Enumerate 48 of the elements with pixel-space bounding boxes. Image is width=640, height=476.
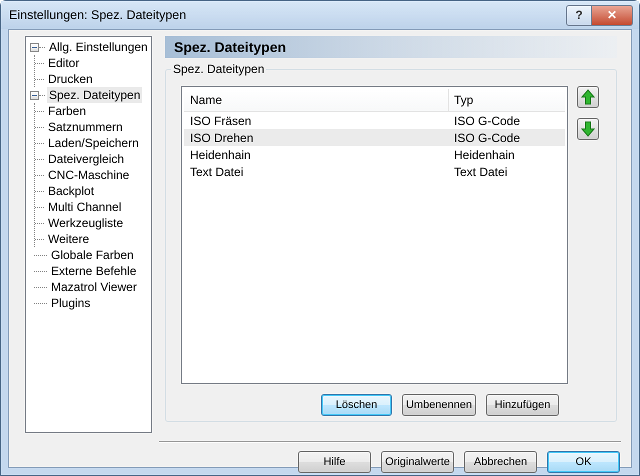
table-cell-text: Heidenhain [453,148,516,162]
collapse-icon[interactable] [30,90,39,100]
move-down-button[interactable] [577,118,599,140]
tree-item[interactable]: Allg. Einstellungen [47,39,150,55]
up-arrow-icon [581,89,595,105]
action-button[interactable]: Löschen [321,394,392,416]
list-row[interactable]: ISO Drehen ISO G-Code [184,129,565,146]
window-title: Einstellungen: Spez. Dateitypen [9,8,188,22]
dialog-button[interactable]: Hilfe [298,451,371,473]
tree-item[interactable]: Werkzeugliste [46,215,126,231]
tree-item[interactable]: Drucken [46,71,95,87]
table-cell-text: ISO Fräsen [189,114,252,128]
action-button[interactable]: Umbenennen [402,394,476,416]
tree-item[interactable]: Laden/Speichern [46,135,141,151]
dialog-button[interactable]: Abbrechen [464,451,537,473]
dialog-button[interactable]: Originalwerte [381,451,454,473]
tree-item[interactable]: Globale Farben [49,247,136,263]
tree-item[interactable]: CNC-Maschine [46,167,132,183]
action-button[interactable]: Hinzufügen [486,394,559,416]
tree-item[interactable]: Farben [46,103,88,119]
tree-item[interactable]: Mazatrol Viewer [49,279,139,295]
table-cell-text: ISO G-Code [453,130,522,144]
tree-item[interactable]: Dateivergleich [46,151,126,167]
column-header[interactable]: Name [184,93,448,107]
tree-item[interactable]: Weitere [46,231,92,247]
table-cell-text: Heidenhain [189,148,252,162]
dialog-button[interactable]: OK [547,451,620,473]
table-cell-text: Text Datei [189,164,244,178]
tree-item[interactable]: Multi Channel [46,199,124,215]
column-header[interactable]: Typ [448,89,565,111]
tree-item[interactable]: Satznummern [46,119,125,135]
down-arrow-icon [581,121,595,137]
list-row[interactable]: ISO Fräsen ISO G-Code [184,112,565,129]
tree-item[interactable]: Spez. Dateitypen [47,87,142,103]
section-header: Spez. Dateitypen [165,36,617,58]
table-cell-text: ISO G-Code [453,114,522,128]
collapse-icon[interactable] [30,42,39,52]
help-button[interactable]: ? [566,4,592,26]
list-row[interactable]: Text Datei Text Datei [184,163,565,180]
table-cell-text: Text Datei [453,164,508,178]
list-row[interactable]: Heidenhain Heidenhain [184,146,565,163]
move-up-button[interactable] [577,86,599,108]
tree-item[interactable]: Plugins [49,295,92,311]
table-cell-text: ISO Drehen [189,130,254,144]
tree-item[interactable]: Backplot [46,183,96,199]
tree-item[interactable]: Externe Befehle [49,263,138,279]
tree-item[interactable]: Editor [46,55,82,71]
group-title: Spez. Dateitypen [171,62,266,76]
